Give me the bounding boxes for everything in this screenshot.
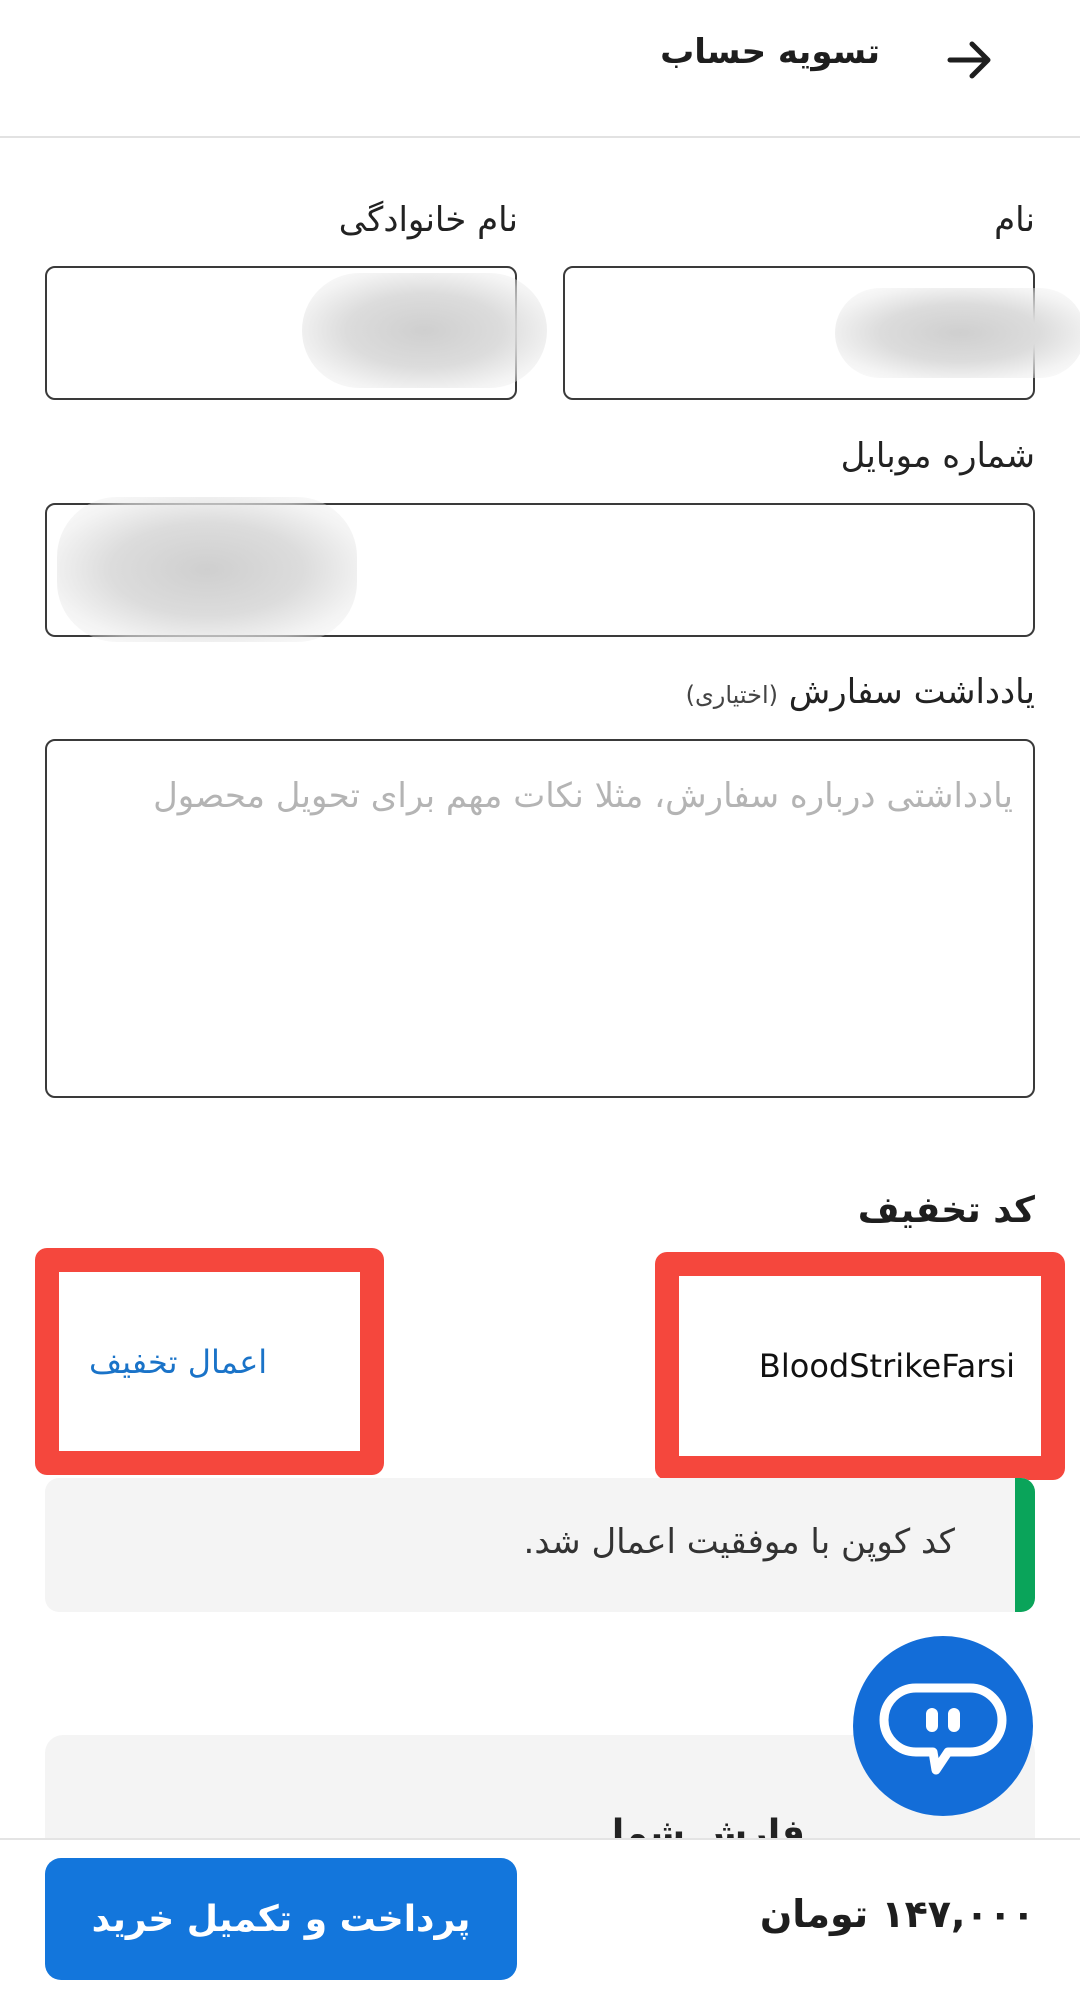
last-name-field[interactable]	[45, 266, 547, 400]
order-note-label: یادداشت سفارش (اختیاری)	[686, 672, 1035, 712]
checkout-bottom-bar: ۱۴۷,۰۰۰ تومان پرداخت و تکمیل خرید	[0, 1838, 1080, 1989]
mobile-field[interactable]	[45, 497, 1035, 642]
checkout-page: تسویه حساب نام نام خانوادگی شماره موبایل…	[0, 0, 1080, 1989]
page-title: تسویه حساب	[660, 32, 880, 72]
arrow-right-icon	[947, 41, 991, 79]
redacted-blur	[57, 497, 357, 642]
last-name-label: نام خانوادگی	[338, 200, 518, 240]
coupon-input-highlight: BloodStrikeFarsi	[655, 1252, 1065, 1480]
pay-and-complete-button[interactable]: پرداخت و تکمیل خرید	[45, 1858, 517, 1980]
redacted-blur	[302, 273, 547, 388]
coupon-title: کد تخفیف	[857, 1190, 1035, 1231]
mobile-label: شماره موبایل	[840, 436, 1035, 476]
header: تسویه حساب	[0, 0, 1080, 138]
coupon-success-notice: کد کوپن با موفقیت اعمال شد.	[45, 1478, 1035, 1612]
chat-button[interactable]	[853, 1636, 1033, 1816]
coupon-input[interactable]: BloodStrikeFarsi	[679, 1276, 1041, 1456]
order-note-label-text: یادداشت سفارش	[788, 672, 1035, 712]
apply-discount-button[interactable]: اعمال تخفیف	[89, 1343, 267, 1381]
total-price: ۱۴۷,۰۰۰ تومان	[759, 1892, 1035, 1936]
first-name-field[interactable]	[563, 266, 1080, 400]
coupon-code-value: BloodStrikeFarsi	[758, 1347, 1015, 1385]
chat-bot-icon	[879, 1683, 1007, 1775]
redacted-blur	[835, 288, 1080, 378]
apply-discount-highlight: اعمال تخفیف	[35, 1248, 384, 1475]
success-indicator-bar	[1015, 1478, 1035, 1612]
optional-hint: (اختیاری)	[685, 681, 778, 709]
coupon-success-text: کد کوپن با موفقیت اعمال شد.	[523, 1522, 955, 1562]
first-name-label: نام	[994, 200, 1035, 240]
back-button[interactable]	[930, 28, 1010, 92]
order-note-textarea[interactable]	[45, 739, 1035, 1098]
